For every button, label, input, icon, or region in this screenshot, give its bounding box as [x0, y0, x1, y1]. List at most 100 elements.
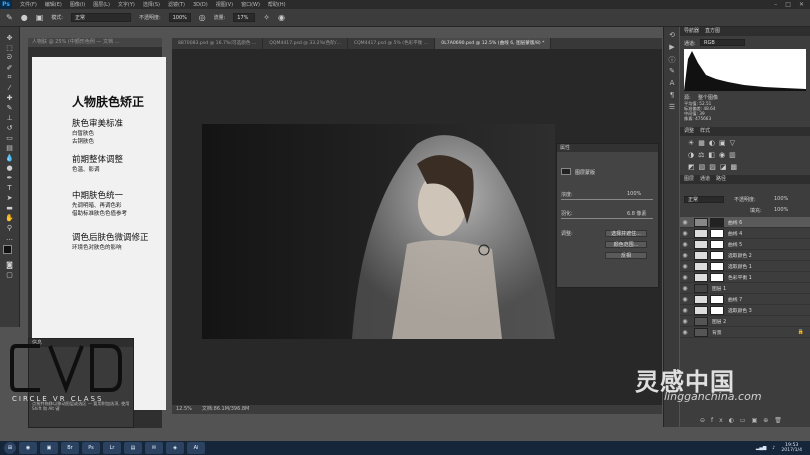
tab-styles[interactable]: 样式: [700, 127, 710, 136]
character-panel-icon[interactable]: A: [667, 79, 677, 87]
background-document-tab[interactable]: 人物肤 @ 25% (中额形色例 — 文档 ...: [28, 38, 162, 47]
layer-row[interactable]: ◉ 曲线 5: [680, 239, 810, 250]
blend-mode-select[interactable]: 正常: [684, 196, 724, 203]
start-button-icon[interactable]: ⊞: [4, 442, 16, 454]
minimize-icon[interactable]: –: [774, 1, 777, 8]
fill-value[interactable]: 100%: [774, 207, 788, 213]
mode-select[interactable]: 正常: [70, 13, 131, 22]
brush-settings-icon[interactable]: ✎: [667, 67, 677, 75]
menu-edit[interactable]: 编辑(E): [45, 1, 62, 8]
shape-tool-icon[interactable]: ▬: [4, 203, 16, 212]
image-canvas[interactable]: [202, 124, 555, 339]
density-value[interactable]: 100%: [627, 191, 641, 197]
close-icon[interactable]: ✕: [799, 1, 804, 8]
screen-mode-icon[interactable]: ▢: [4, 270, 16, 279]
layer-row[interactable]: ◉ 曲线 4: [680, 228, 810, 239]
layer-row[interactable]: ◉ 曲线 6: [680, 217, 810, 228]
pressure-opacity-icon[interactable]: ◎: [199, 13, 206, 22]
visibility-eye-icon[interactable]: ◉: [680, 241, 690, 248]
visibility-eye-icon[interactable]: ◉: [680, 252, 690, 259]
mask-thumbnail[interactable]: [710, 294, 724, 304]
taskbar-app-icon[interactable]: Ai: [187, 442, 205, 454]
mask-thumbnail[interactable]: [710, 217, 724, 227]
brush-panel-icon[interactable]: ▣: [36, 13, 44, 22]
zoom-tool-icon[interactable]: ⚲: [4, 223, 16, 232]
menu-window[interactable]: 窗口(W): [241, 1, 260, 8]
maximize-icon[interactable]: □: [785, 1, 791, 8]
color-swatches[interactable]: [2, 245, 17, 259]
brush-preset-icon[interactable]: ●: [21, 13, 28, 22]
layer-actions-row[interactable]: ⊝fx◐▭▣⊕🗑: [700, 417, 788, 424]
channel-select[interactable]: RGB: [700, 39, 745, 46]
quick-mask-icon[interactable]: ◙: [4, 260, 16, 269]
network-icon[interactable]: ▂▄▆: [756, 446, 767, 451]
invert-button[interactable]: 反相: [605, 252, 647, 259]
pen-tool-icon[interactable]: ✒: [4, 173, 16, 182]
tab-navigator[interactable]: 导航器: [684, 27, 699, 36]
menu-layer[interactable]: 图层(L): [93, 1, 110, 8]
visibility-eye-icon[interactable]: ◉: [680, 296, 690, 303]
density-slider[interactable]: [561, 199, 653, 200]
document-tab[interactable]: QQM4417.psd @ 33.2%(色阶/...: [263, 38, 348, 49]
gradient-tool-icon[interactable]: ▤: [4, 143, 16, 152]
select-and-mask-button[interactable]: 选择并遮住...: [605, 230, 647, 237]
airbrush-icon[interactable]: ✧: [263, 13, 270, 22]
flow-input[interactable]: 17%: [233, 13, 256, 22]
actions-panel-icon[interactable]: ▶: [667, 43, 677, 51]
document-tab-active[interactable]: 0L7A0690.psd @ 12.5% (曲线 6, 图层蒙版/8) *: [435, 38, 552, 49]
taskbar-app-icon[interactable]: ◈: [166, 442, 184, 454]
history-brush-tool-icon[interactable]: ↺: [4, 123, 16, 132]
paragraph-panel-icon[interactable]: ¶: [667, 91, 677, 99]
menu-select[interactable]: 选择(S): [143, 1, 160, 8]
menu-file[interactable]: 文件(F): [20, 1, 37, 8]
tab-layers[interactable]: 图层: [684, 175, 694, 184]
adjustment-icons-row[interactable]: ☀▦◐▣▽: [688, 139, 739, 147]
menu-3d[interactable]: 3D(D): [193, 2, 208, 8]
clock[interactable]: 19:53 2017/1/4: [781, 443, 802, 453]
lasso-tool-icon[interactable]: ᘐ: [4, 53, 16, 62]
layer-row[interactable]: ◉ 背景 🔒: [680, 327, 810, 338]
visibility-eye-icon[interactable]: ◉: [680, 285, 690, 292]
layer-row[interactable]: ◉ 选取颜色 1: [680, 261, 810, 272]
type-tool-icon[interactable]: T: [4, 183, 16, 192]
properties-tab[interactable]: 属性: [557, 144, 658, 152]
menu-view[interactable]: 视图(V): [216, 1, 233, 8]
mask-thumbnail[interactable]: [710, 272, 724, 282]
foreground-color[interactable]: [2, 245, 12, 254]
marquee-tool-icon[interactable]: ⬚: [4, 43, 16, 52]
mask-thumbnail[interactable]: [710, 250, 724, 260]
brush-tool-icon[interactable]: ✎: [4, 103, 16, 112]
menu-image[interactable]: 图像(I): [70, 1, 85, 8]
tab-histogram[interactable]: 直方图: [705, 27, 720, 36]
tab-adjustments[interactable]: 调整: [684, 127, 694, 136]
menu-filter[interactable]: 滤镜(T): [168, 1, 185, 8]
visibility-eye-icon[interactable]: ◉: [680, 230, 690, 237]
brush-tool-icon[interactable]: ✎: [6, 13, 13, 22]
pressure-size-icon[interactable]: ◉: [278, 13, 285, 22]
feather-slider[interactable]: [561, 218, 653, 219]
layer-row[interactable]: ◉ 选取颜色 3: [680, 305, 810, 316]
move-tool-icon[interactable]: ✥: [4, 33, 16, 42]
dodge-tool-icon[interactable]: ●: [4, 163, 16, 172]
mask-thumbnail[interactable]: [710, 228, 724, 238]
info-panel-icon[interactable]: ⓘ: [667, 55, 677, 64]
taskbar-app-icon[interactable]: Ps: [82, 442, 100, 454]
document-tab[interactable]: CQM4417.psd @ 5% (色彩平衡 ...: [348, 38, 436, 49]
visibility-eye-icon[interactable]: ◉: [680, 219, 690, 226]
taskbar-app-icon[interactable]: ◉: [19, 442, 37, 454]
quick-select-tool-icon[interactable]: ✐: [4, 63, 16, 72]
mask-thumbnail[interactable]: [710, 305, 724, 315]
layer-row[interactable]: ◉ 图层 2: [680, 316, 810, 327]
feather-value[interactable]: 6.8 像素: [627, 210, 647, 217]
mask-thumbnail[interactable]: [710, 239, 724, 249]
blur-tool-icon[interactable]: 💧: [4, 153, 16, 162]
tab-channels[interactable]: 通道: [700, 175, 710, 184]
tab-paths[interactable]: 路径: [716, 175, 726, 184]
taskbar-app-icon[interactable]: ▣: [40, 442, 58, 454]
source-value[interactable]: 整个图像: [698, 94, 718, 101]
adjustment-icons-row[interactable]: ◩▧▨◪▩: [688, 163, 741, 171]
properties-panel-icon[interactable]: ☰: [667, 103, 677, 111]
healing-tool-icon[interactable]: ✚: [4, 93, 16, 102]
taskbar-app-icon[interactable]: ✉: [145, 442, 163, 454]
stamp-tool-icon[interactable]: ⊥: [4, 113, 16, 122]
